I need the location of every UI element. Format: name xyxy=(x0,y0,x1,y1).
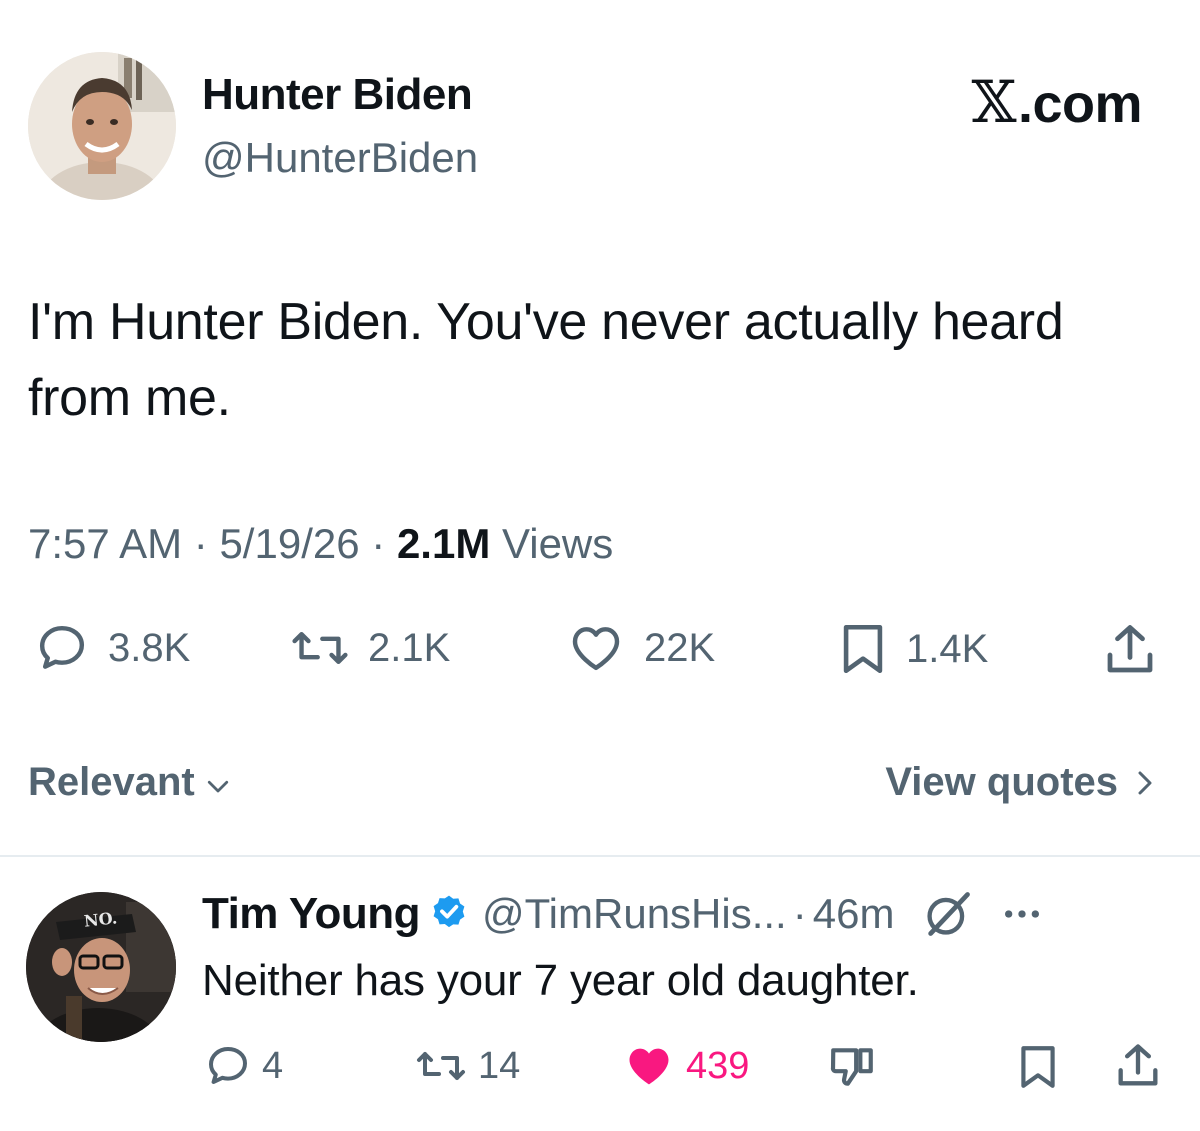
brand-domain: .com xyxy=(1017,74,1143,134)
share-icon xyxy=(1118,1044,1158,1086)
tweet-text: I'm Hunter Biden. You've never actually … xyxy=(28,293,1064,427)
author-name[interactable]: Hunter Biden xyxy=(202,70,473,120)
like-button[interactable]: 22K xyxy=(566,620,715,676)
reply-like-button[interactable]: 439 xyxy=(622,1040,749,1092)
tweet-time[interactable]: 7:57 AM xyxy=(28,520,182,567)
bookmark-icon xyxy=(843,624,883,674)
repost-count: 2.1K xyxy=(368,625,451,670)
reply-text: Neither has your 7 year old daughter. xyxy=(202,956,919,1005)
views-label: Views xyxy=(501,520,614,567)
view-quotes-link[interactable]: View quotes xyxy=(885,760,1160,805)
reply-icon xyxy=(39,625,85,669)
bookmark-count: 1.4K xyxy=(906,626,989,671)
heart-icon xyxy=(572,627,620,671)
avatar-cap-text: NO. xyxy=(83,908,119,931)
sort-label: Relevant xyxy=(28,760,195,804)
reply-button[interactable]: 3.8K xyxy=(34,620,190,676)
meta-separator: · xyxy=(193,520,208,567)
repost-icon xyxy=(292,631,348,665)
like-count: 22K xyxy=(644,625,716,670)
chevron-right-icon xyxy=(1138,771,1152,794)
repost-icon xyxy=(417,1052,465,1080)
chevron-down-icon xyxy=(207,780,228,792)
author-avatar[interactable] xyxy=(28,52,176,200)
bookmark-icon xyxy=(1021,1046,1055,1088)
views-count: 2.1M xyxy=(396,520,491,567)
reply-header: Tim Young @TimRunsHis... · 46m xyxy=(202,888,1042,940)
share-icon xyxy=(1107,625,1153,673)
bookmark-button[interactable]: 1.4K xyxy=(838,620,988,678)
brand-logo: 𝕏 .com xyxy=(971,68,1142,136)
reply-share-button[interactable] xyxy=(1112,1040,1164,1092)
author-handle[interactable]: @HunterBiden xyxy=(202,134,478,182)
tweet-meta: 7:57 AM · 5/19/26 · 2.1M Views xyxy=(28,520,613,568)
thumbs-down-icon xyxy=(830,1048,873,1086)
x-logo-icon: 𝕏 xyxy=(971,68,1016,136)
reply-bookmark-button[interactable] xyxy=(1016,1042,1060,1092)
reply-count: 3.8K xyxy=(108,625,191,670)
view-quotes-label: View quotes xyxy=(885,760,1118,804)
reply-sort-dropdown[interactable]: Relevant xyxy=(28,760,233,805)
reply-like-count: 439 xyxy=(686,1044,750,1087)
grok-icon[interactable] xyxy=(922,888,974,940)
reply-author-name[interactable]: Tim Young xyxy=(202,889,420,939)
author-photo xyxy=(28,52,176,200)
share-button[interactable] xyxy=(1100,620,1160,680)
reply-time[interactable]: 46m xyxy=(813,890,895,938)
reply-separator: · xyxy=(792,890,807,937)
section-divider xyxy=(0,855,1200,857)
tweet-screenshot: Hunter Biden @HunterBiden 𝕏 .com I'm Hun… xyxy=(0,0,1200,1131)
meta-separator: · xyxy=(371,520,386,567)
heart-filled-icon xyxy=(629,1048,669,1085)
reply-reply-button[interactable]: 4 xyxy=(204,1042,283,1090)
tweet-date[interactable]: 5/19/26 xyxy=(219,520,359,567)
reply-dislike-button[interactable] xyxy=(826,1042,878,1092)
reply-icon xyxy=(209,1047,247,1084)
verified-badge-icon xyxy=(433,895,465,928)
more-options-icon[interactable] xyxy=(1002,906,1042,922)
reply-author-handle[interactable]: @TimRunsHis... xyxy=(482,890,787,938)
reply-author-avatar[interactable]: NO. xyxy=(26,892,176,1042)
repost-button[interactable]: 2.1K xyxy=(290,620,450,676)
reply-repost-button[interactable]: 14 xyxy=(414,1042,520,1090)
reply-repost-count: 14 xyxy=(478,1044,521,1087)
reply-reply-count: 4 xyxy=(262,1044,284,1087)
